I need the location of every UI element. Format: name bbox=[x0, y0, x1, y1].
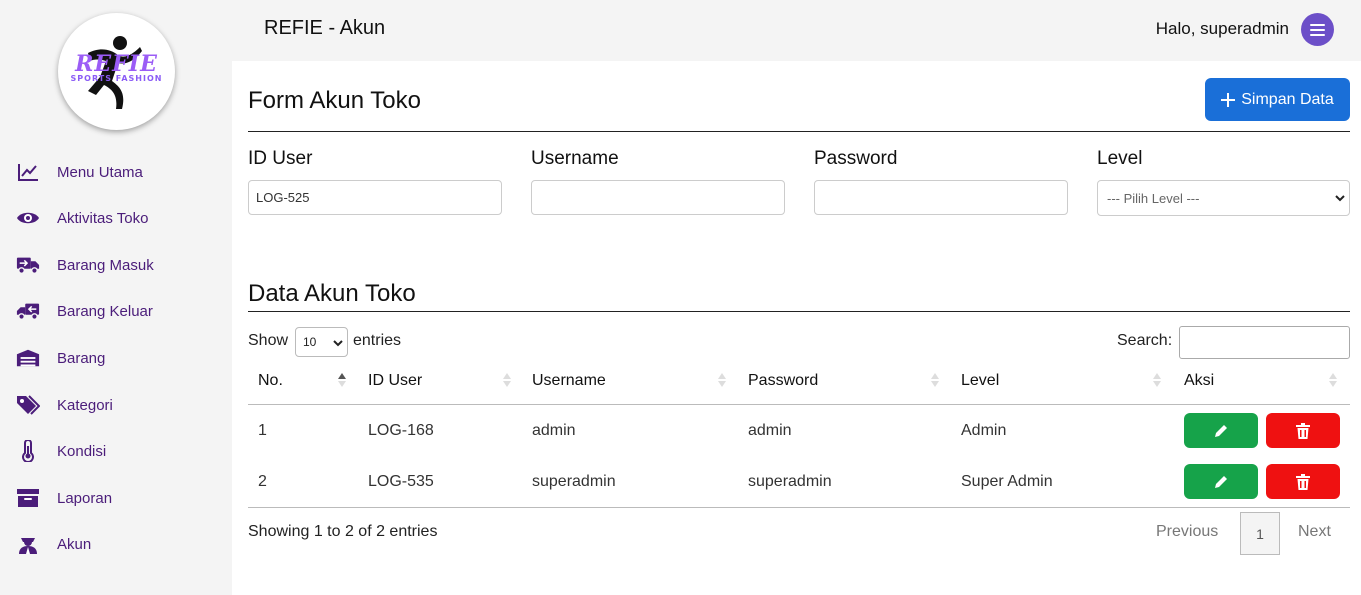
pagination-next[interactable]: Next bbox=[1298, 523, 1331, 541]
chart-line-icon bbox=[16, 160, 40, 184]
tags-icon bbox=[16, 393, 40, 417]
sidebar-item-barang-keluar[interactable]: Barang Keluar bbox=[0, 291, 232, 331]
delete-button[interactable] bbox=[1266, 464, 1340, 499]
sidebar-item-label: Barang bbox=[57, 349, 106, 367]
cell-no: 2 bbox=[258, 473, 267, 490]
trash-icon bbox=[1296, 473, 1310, 490]
column-header-username[interactable]: Username bbox=[532, 372, 606, 390]
sidebar-item-label: Menu Utama bbox=[57, 163, 143, 181]
pagination-page[interactable]: 1 bbox=[1240, 512, 1280, 555]
sidebar-item-label: Kondisi bbox=[57, 442, 107, 460]
column-header-no[interactable]: No. bbox=[258, 372, 283, 390]
password-input[interactable] bbox=[814, 180, 1068, 215]
id-user-input[interactable]: LOG-525 bbox=[248, 180, 502, 215]
table-title: Data Akun Toko bbox=[248, 280, 416, 307]
level-select[interactable]: --- Pilih Level --- bbox=[1097, 180, 1350, 216]
level-label: Level bbox=[1097, 148, 1143, 169]
sort-icon bbox=[1329, 373, 1337, 387]
cell-password: admin bbox=[748, 422, 792, 439]
column-header-password[interactable]: Password bbox=[748, 372, 818, 390]
sidebar-item-label: Barang Keluar bbox=[57, 302, 153, 320]
archive-icon bbox=[16, 486, 40, 510]
edit-button[interactable] bbox=[1184, 464, 1258, 499]
entries-length-value: 10 bbox=[303, 335, 317, 349]
search-label: Search: bbox=[1117, 332, 1173, 349]
username-input[interactable] bbox=[531, 180, 785, 215]
sidebar-item-akun[interactable]: Akun bbox=[0, 524, 232, 564]
main-content: Form Akun Toko Simpan Data ID User LOG-5… bbox=[232, 61, 1361, 595]
cell-id-user: LOG-535 bbox=[368, 473, 434, 490]
id-user-label: ID User bbox=[248, 148, 313, 169]
show-label: Show bbox=[248, 332, 289, 349]
table-info: Showing 1 to 2 of 2 entries bbox=[248, 523, 438, 540]
brand-logo[interactable]: REFIE SPORTS FASHION bbox=[58, 13, 175, 130]
sidebar-item-barang[interactable]: Barang bbox=[0, 338, 232, 378]
plus-icon bbox=[1221, 92, 1236, 107]
delete-button[interactable] bbox=[1266, 413, 1340, 448]
pencil-icon bbox=[1215, 424, 1227, 437]
sort-icon bbox=[718, 373, 726, 387]
form-title: Form Akun Toko bbox=[248, 87, 421, 114]
sidebar-item-label: Akun bbox=[57, 535, 92, 553]
edit-button[interactable] bbox=[1184, 413, 1258, 448]
sidebar-item-aktivitas-toko[interactable]: Aktivitas Toko bbox=[0, 198, 232, 238]
cell-no: 1 bbox=[258, 422, 267, 439]
sort-icon bbox=[1153, 373, 1161, 387]
sidebar-item-kategori[interactable]: Kategori bbox=[0, 385, 232, 425]
table-header-divider bbox=[248, 404, 1350, 405]
cell-username: admin bbox=[532, 422, 576, 439]
chevron-down-icon bbox=[333, 340, 343, 347]
sidebar-item-barang-masuk[interactable]: Barang Masuk bbox=[0, 245, 232, 285]
sidebar-item-label: Laporan bbox=[57, 489, 113, 507]
password-label: Password bbox=[814, 148, 898, 169]
sort-asc-icon bbox=[338, 373, 346, 387]
sidebar-item-laporan[interactable]: Laporan bbox=[0, 478, 232, 518]
sidebar-item-label: Aktivitas Toko bbox=[57, 209, 149, 227]
sidebar-item-menu-utama[interactable]: Menu Utama bbox=[0, 152, 232, 192]
entries-label: entries bbox=[353, 332, 402, 349]
trash-icon bbox=[1296, 422, 1310, 439]
pagination-previous[interactable]: Previous bbox=[1156, 523, 1218, 541]
table-divider bbox=[248, 311, 1350, 312]
chevron-down-icon bbox=[1335, 195, 1345, 202]
save-button-label: Simpan Data bbox=[1241, 90, 1334, 108]
column-header-id-user[interactable]: ID User bbox=[368, 372, 422, 390]
menu-button[interactable] bbox=[1301, 13, 1334, 46]
truck-icon bbox=[16, 253, 40, 277]
table-footer-divider bbox=[248, 507, 1350, 508]
column-header-aksi[interactable]: Aksi bbox=[1184, 372, 1214, 390]
sidebar-item-label: Barang Masuk bbox=[57, 256, 154, 274]
form-divider bbox=[248, 131, 1350, 132]
column-header-level[interactable]: Level bbox=[961, 372, 999, 390]
cell-level: Super Admin bbox=[961, 473, 1053, 490]
sidebar: REFIE SPORTS FASHION Menu Utama Aktivita… bbox=[0, 0, 232, 595]
eye-icon bbox=[16, 206, 40, 230]
warehouse-icon bbox=[16, 346, 40, 370]
page-title: REFIE - Akun bbox=[264, 17, 386, 39]
search-input[interactable] bbox=[1179, 326, 1350, 359]
top-bar: REFIE - Akun Halo, superadmin bbox=[232, 0, 1361, 61]
sort-icon bbox=[931, 373, 939, 387]
user-greeting: Halo, superadmin bbox=[1155, 19, 1289, 38]
pencil-icon bbox=[1215, 475, 1227, 488]
hamburger-icon bbox=[1310, 23, 1325, 36]
sort-icon bbox=[503, 373, 511, 387]
cell-id-user: LOG-168 bbox=[368, 422, 434, 439]
cell-username: superadmin bbox=[532, 473, 616, 490]
truck-return-icon bbox=[16, 299, 40, 323]
user-tie-icon bbox=[16, 532, 40, 556]
cell-level: Admin bbox=[961, 422, 1007, 439]
save-button[interactable]: Simpan Data bbox=[1205, 78, 1350, 121]
level-select-value: --- Pilih Level --- bbox=[1107, 190, 1200, 206]
sidebar-item-label: Kategori bbox=[57, 396, 113, 414]
cell-password: superadmin bbox=[748, 473, 832, 490]
entries-length-select[interactable]: 10 bbox=[295, 327, 348, 357]
username-label: Username bbox=[531, 148, 619, 169]
thermometer-icon bbox=[16, 439, 40, 463]
logo-tagline: SPORTS FASHION bbox=[70, 74, 163, 83]
sidebar-item-kondisi[interactable]: Kondisi bbox=[0, 431, 232, 471]
